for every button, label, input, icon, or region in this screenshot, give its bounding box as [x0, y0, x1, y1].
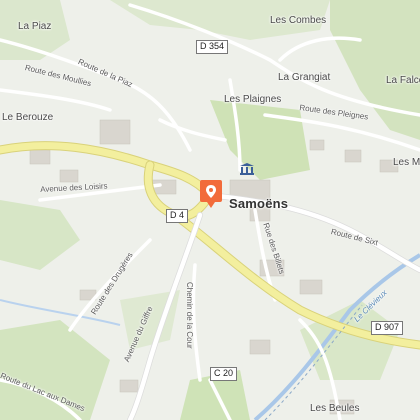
location-pin-icon[interactable] [200, 180, 222, 208]
road-shield-d354: D 354 [196, 40, 229, 54]
map-canvas[interactable]: La Piaz Les Combes La Grangiat La Falco … [0, 0, 420, 420]
place-label-le-berouze: Le Berouze [2, 112, 54, 123]
road-shield-c20: C 20 [210, 367, 238, 381]
road-label-chemin-cour: Chemin de la Cour [185, 282, 194, 349]
place-label-la-grangiat: La Grangiat [278, 72, 331, 83]
museum-icon[interactable] [240, 162, 254, 180]
road-shield-d907: D 907 [371, 321, 404, 335]
place-label-les-mo: Les Mo [393, 157, 420, 168]
town-label-samoens: Samoëns [229, 196, 289, 211]
place-label-les-beules: Les Beules [310, 403, 360, 414]
road-shield-d4: D 4 [166, 209, 189, 223]
place-label-les-plaignes: Les Plaignes [224, 94, 282, 105]
map-base-layer [0, 0, 420, 420]
place-label-la-falco: La Falco [386, 75, 420, 86]
place-label-la-piaz: La Piaz [18, 21, 52, 32]
place-label-les-combes: Les Combes [270, 15, 327, 26]
